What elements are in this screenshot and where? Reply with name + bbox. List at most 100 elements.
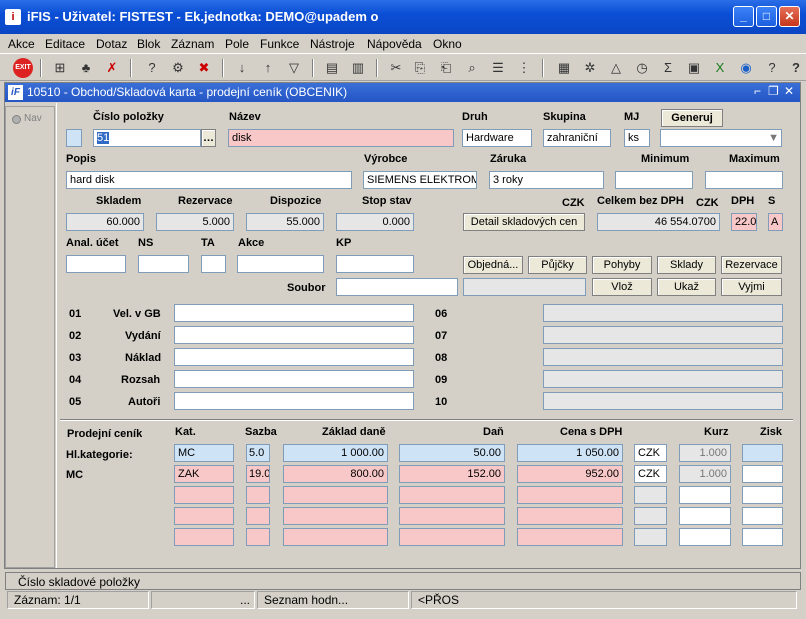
price-kat[interactable] xyxy=(174,528,234,546)
price-zisk[interactable] xyxy=(742,444,783,462)
kp-field[interactable] xyxy=(336,255,414,273)
popis-field[interactable]: hard disk xyxy=(66,171,352,189)
objedna-button[interactable]: Objedná... xyxy=(463,256,523,274)
warning-icon[interactable]: △ xyxy=(606,58,626,78)
druh-field[interactable]: Hardware xyxy=(462,129,532,147)
price-mena[interactable] xyxy=(634,507,667,525)
param-field[interactable] xyxy=(174,392,414,410)
sort-asc-icon[interactable]: ↓ xyxy=(232,58,252,78)
price-kat[interactable]: MC xyxy=(174,444,234,462)
price-mena[interactable] xyxy=(634,528,667,546)
cancel-query-icon[interactable]: ✖ xyxy=(194,58,214,78)
delete-record-icon[interactable]: ✗ xyxy=(102,58,122,78)
inner-restore-icon[interactable]: ❐ xyxy=(768,84,779,98)
nazev-field[interactable]: disk xyxy=(228,129,454,147)
price-mena[interactable]: CZK xyxy=(634,465,667,483)
vyjmi-button[interactable]: Vyjmi xyxy=(721,278,782,296)
price-sazba[interactable]: 19.0 xyxy=(246,465,270,483)
record-indicator[interactable] xyxy=(66,129,82,147)
clock-icon[interactable]: ◷ xyxy=(632,58,652,78)
ukaz-button[interactable]: Ukaž xyxy=(657,278,716,296)
price-cena[interactable]: 1 050.00 xyxy=(517,444,623,462)
maximum-field[interactable] xyxy=(705,171,783,189)
calendar-icon[interactable]: ▣ xyxy=(684,58,704,78)
param-field[interactable] xyxy=(174,348,414,366)
chevron-down-icon[interactable]: ▼ xyxy=(768,130,779,146)
price-cena[interactable] xyxy=(517,507,623,525)
menu-funkce[interactable]: Funkce xyxy=(260,37,299,51)
price-cena[interactable] xyxy=(517,528,623,546)
price-cena[interactable] xyxy=(517,486,623,504)
print-preview-icon[interactable]: ▥ xyxy=(348,58,368,78)
price-zaklad[interactable] xyxy=(283,528,388,546)
price-dan[interactable]: 152.00 xyxy=(399,465,505,483)
menu-napoveda[interactable]: Nápověda xyxy=(367,37,422,51)
print-icon[interactable]: ▤ xyxy=(322,58,342,78)
pohyby-button[interactable]: Pohyby xyxy=(592,256,652,274)
filter-icon[interactable]: ▽ xyxy=(284,58,304,78)
lov-button[interactable]: … xyxy=(201,129,216,147)
menu-nastroje[interactable]: Nástroje xyxy=(310,37,355,51)
execute-query-icon[interactable]: ⚙ xyxy=(168,58,188,78)
price-kurz[interactable] xyxy=(679,528,731,546)
globe-icon[interactable]: ◉ xyxy=(736,58,756,78)
sum-icon[interactable]: Σ xyxy=(658,58,678,78)
detail-skladovych-cen-button[interactable]: Detail skladových cen xyxy=(463,213,585,231)
menu-editace[interactable]: Editace xyxy=(45,37,85,51)
list-icon[interactable]: ☰ xyxy=(488,58,508,78)
price-zaklad[interactable] xyxy=(283,507,388,525)
param-field[interactable] xyxy=(174,370,414,388)
nav-radio-icon[interactable] xyxy=(12,115,21,124)
menu-dotaz[interactable]: Dotaz xyxy=(96,37,127,51)
excel-icon[interactable]: X xyxy=(710,58,730,78)
copy-icon[interactable]: ⎘ xyxy=(410,58,430,78)
settings-icon[interactable]: ✲ xyxy=(580,58,600,78)
price-dan[interactable] xyxy=(399,486,505,504)
price-cena[interactable]: 952.00 xyxy=(517,465,623,483)
s-field[interactable]: A xyxy=(768,213,783,231)
soubor-field[interactable] xyxy=(336,278,458,296)
price-mena[interactable] xyxy=(634,486,667,504)
query-icon[interactable]: ? xyxy=(142,58,162,78)
pujcky-button[interactable]: Půjčky xyxy=(528,256,587,274)
minimize-button[interactable]: _ xyxy=(733,6,754,27)
price-sazba[interactable] xyxy=(246,507,270,525)
sort-desc-icon[interactable]: ↑ xyxy=(258,58,278,78)
generuj-select[interactable]: ▼ xyxy=(660,129,782,147)
exit-icon[interactable]: EXIT xyxy=(13,58,33,78)
ns-field[interactable] xyxy=(138,255,189,273)
inner-close-icon[interactable]: ✕ xyxy=(784,84,794,98)
tree-icon[interactable]: ⋮ xyxy=(514,58,534,78)
generuj-button[interactable]: Generuj xyxy=(661,109,723,127)
price-kat[interactable] xyxy=(174,486,234,504)
minimum-field[interactable] xyxy=(615,171,693,189)
menu-pole[interactable]: Pole xyxy=(225,37,249,51)
menu-akce[interactable]: Akce xyxy=(8,37,35,51)
inner-minimize-icon[interactable]: ⌐ xyxy=(754,84,761,98)
price-mena[interactable]: CZK xyxy=(634,444,667,462)
context-help-icon[interactable]: ? xyxy=(786,58,806,78)
price-zaklad[interactable]: 800.00 xyxy=(283,465,388,483)
param-field[interactable] xyxy=(174,326,414,344)
price-kurz[interactable] xyxy=(679,507,731,525)
menu-okno[interactable]: Okno xyxy=(433,37,462,51)
price-sazba[interactable]: 5.0 xyxy=(246,444,270,462)
maximize-button[interactable]: □ xyxy=(756,6,777,27)
param-field[interactable] xyxy=(174,304,414,322)
rezervace-button[interactable]: Rezervace xyxy=(721,256,782,274)
price-zisk[interactable] xyxy=(742,465,783,483)
menu-blok[interactable]: Blok xyxy=(137,37,160,51)
price-kurz[interactable] xyxy=(679,486,731,504)
help-icon[interactable]: ? xyxy=(762,58,782,78)
paste-icon[interactable]: ⎗ xyxy=(436,58,456,78)
price-zisk[interactable] xyxy=(742,507,783,525)
zaruka-field[interactable]: 3 roky xyxy=(489,171,604,189)
price-kat[interactable]: ZAK xyxy=(174,465,234,483)
price-zisk[interactable] xyxy=(742,486,783,504)
price-sazba[interactable] xyxy=(246,486,270,504)
sklady-button[interactable]: Sklady xyxy=(657,256,716,274)
search-icon[interactable]: ⌕ xyxy=(462,58,482,78)
price-dan[interactable]: 50.00 xyxy=(399,444,505,462)
cislo-polozky-field[interactable]: 51 xyxy=(93,129,201,147)
vyrobce-field[interactable]: SIEMENS ELEKTROMOT xyxy=(363,171,477,189)
